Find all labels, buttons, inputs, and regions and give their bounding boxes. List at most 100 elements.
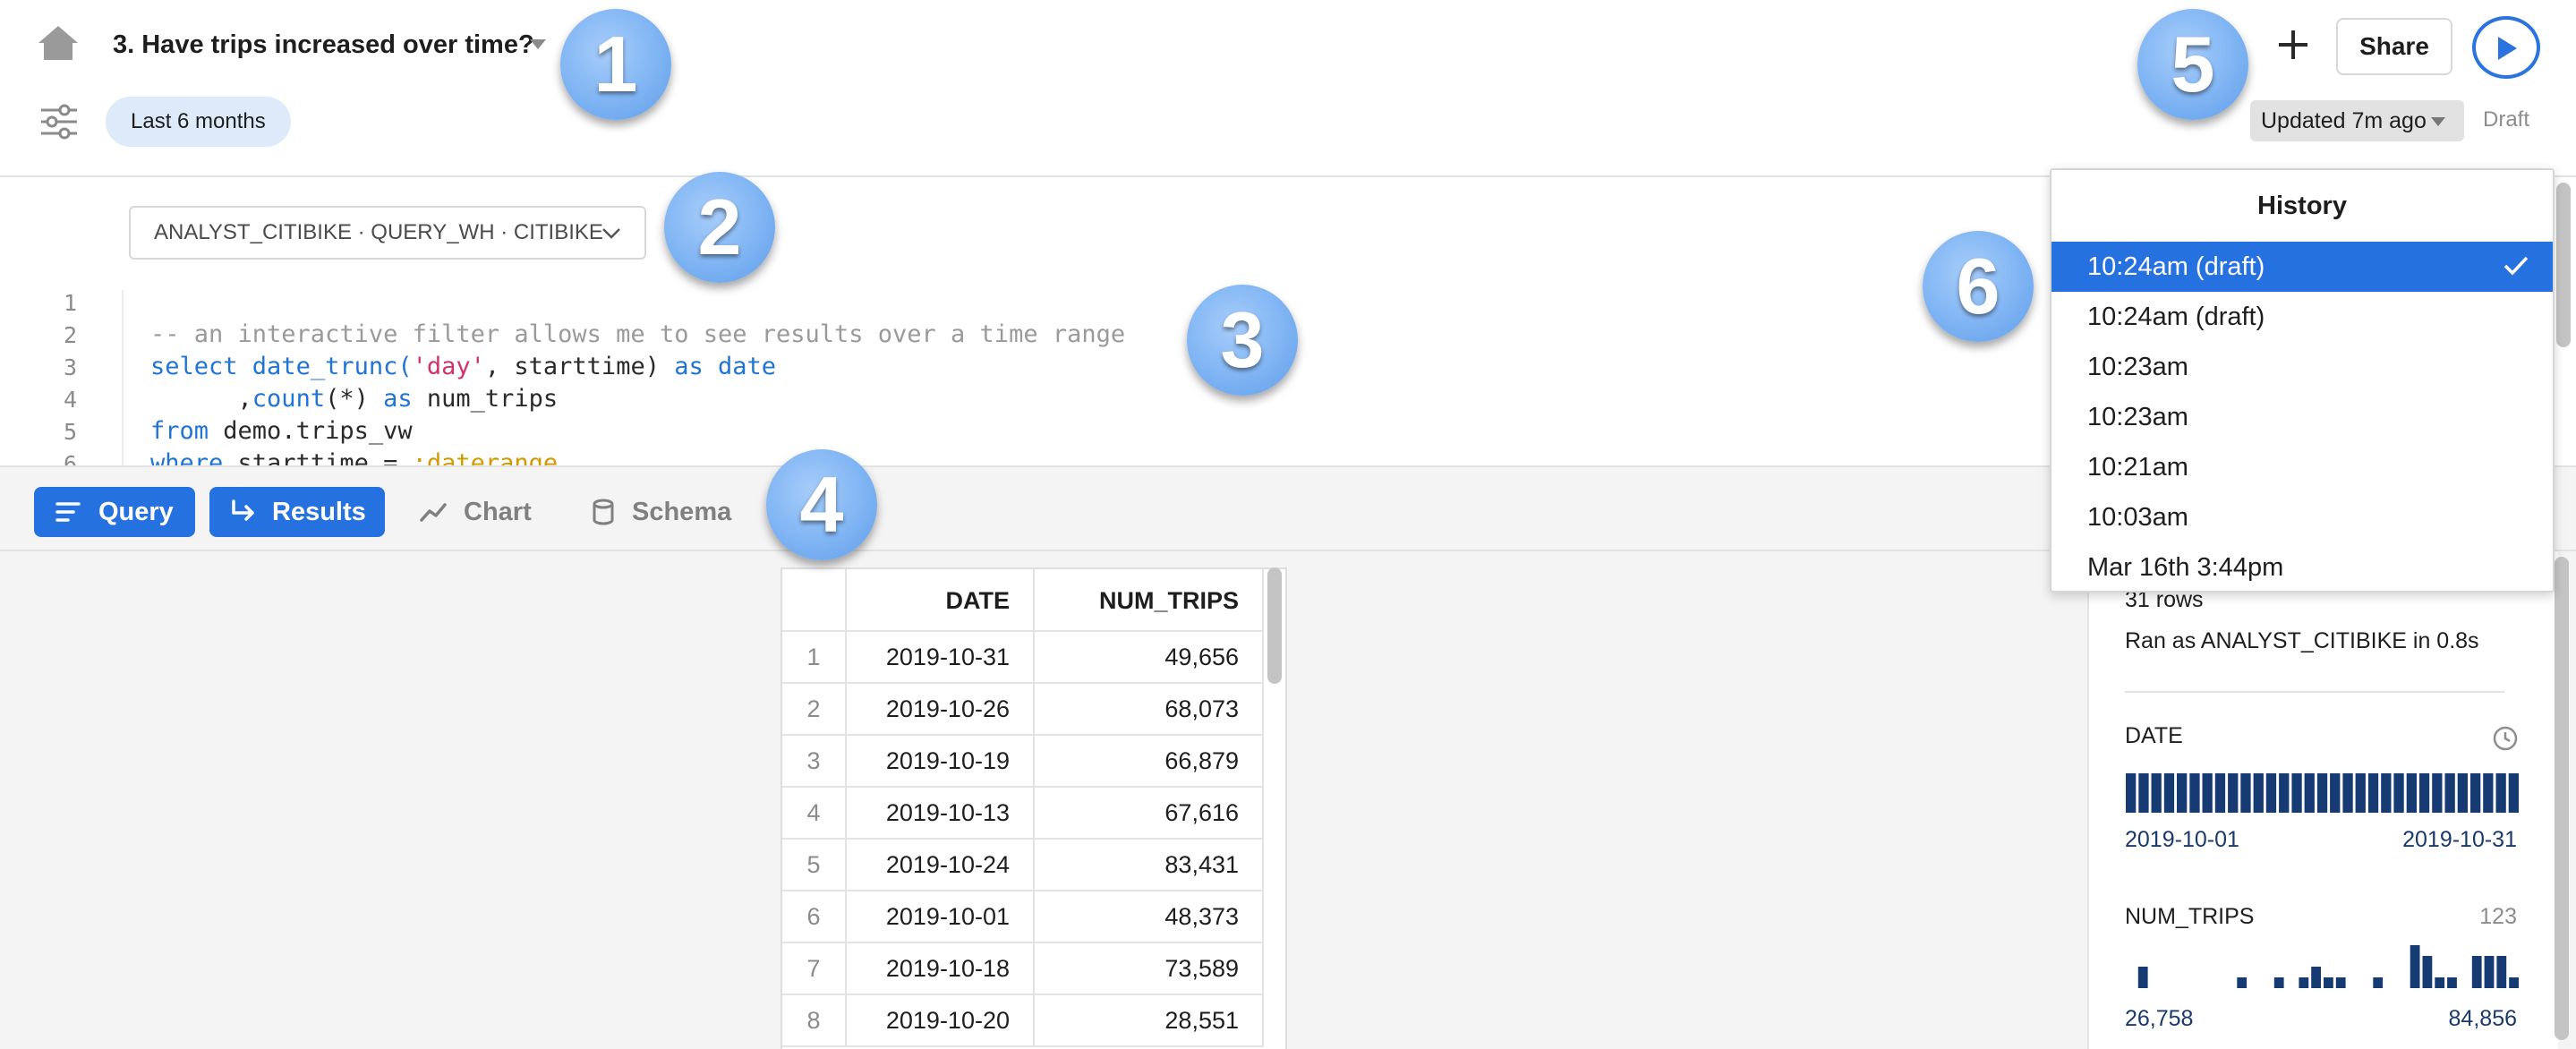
history-item[interactable]: 10:24am (draft) <box>2051 292 2553 342</box>
num-trips-cell[interactable]: 67,616 <box>1035 788 1264 840</box>
tab-schema[interactable]: Schema <box>580 487 750 537</box>
tab-label: Schema <box>632 498 732 526</box>
num-trips-cell[interactable]: 49,656 <box>1035 632 1264 684</box>
run-button[interactable] <box>2472 16 2540 79</box>
trips-hist-bar <box>2299 977 2309 988</box>
line-number: 5 <box>63 419 77 445</box>
home-icon[interactable] <box>36 23 81 63</box>
tab-results[interactable]: Results <box>209 487 385 537</box>
row-number[interactable]: 1 <box>782 632 847 684</box>
annotation-badge: 4 <box>766 449 877 560</box>
history-item[interactable]: 10:23am <box>2051 392 2553 442</box>
trips-min-label: 26,758 <box>2125 1006 2194 1031</box>
date-hist-bar <box>2508 773 2519 813</box>
results-summary-sidebar: 31 rows Ran as ANALYST_CITIBIKE in 0.8s … <box>2087 551 2558 1049</box>
num-trips-cell[interactable]: 48,373 <box>1035 891 1264 943</box>
table-scrollbar[interactable] <box>1267 567 1282 684</box>
column-header[interactable]: DATE <box>847 569 1035 632</box>
page-title[interactable]: 3. Have trips increased over time? <box>113 30 534 60</box>
trips-hist-bar <box>2435 977 2445 988</box>
date-column-label: DATE <box>2125 723 2183 748</box>
editor-scrollbar[interactable] <box>2556 183 2571 347</box>
trips-hist-bar <box>2471 956 2482 988</box>
tab-label: Results <box>272 498 366 526</box>
history-item[interactable]: 10:23am <box>2051 342 2553 392</box>
date-hist-bar <box>2214 773 2226 813</box>
annotation-badge: 2 <box>664 172 775 283</box>
row-number[interactable]: 7 <box>782 943 847 995</box>
annotation-badge: 3 <box>1187 285 1298 396</box>
row-number[interactable]: 2 <box>782 684 847 736</box>
history-item-label: 10:24am (draft) <box>2087 252 2265 281</box>
warehouse-selector[interactable]: ANALYST_CITIBIKE · QUERY_WH · CITIBIKE <box>129 206 646 260</box>
lines-icon <box>55 502 81 522</box>
trips-hist-bar <box>2311 967 2321 988</box>
trips-hist-bar <box>2447 977 2457 988</box>
num-trips-cell[interactable]: 83,431 <box>1035 840 1264 891</box>
date-cell[interactable]: 2019-10-20 <box>847 995 1035 1047</box>
num-trips-cell[interactable]: 68,073 <box>1035 684 1264 736</box>
database-icon <box>593 499 614 525</box>
return-arrow-icon <box>232 499 254 521</box>
history-item[interactable]: 10:03am <box>2051 492 2553 542</box>
annotation-badge: 1 <box>560 9 671 120</box>
date-cell[interactable]: 2019-10-31 <box>847 632 1035 684</box>
trips-hist-bar <box>2273 977 2284 988</box>
trips-hist-bar <box>2509 977 2519 988</box>
date-cell[interactable]: 2019-10-19 <box>847 736 1035 788</box>
results-table[interactable]: DATE NUM_TRIPS 1 2019-10-31 49,656 2 2019-10… <box>780 567 1287 1049</box>
num-trips-column-label: NUM_TRIPS <box>2125 904 2255 929</box>
date-hist-bar <box>2342 773 2353 813</box>
history-item[interactable]: 10:24am (draft) <box>2051 242 2553 292</box>
date-hist-bar <box>2457 773 2468 813</box>
corner-cell <box>782 569 847 632</box>
trips-hist-bar <box>2496 956 2507 988</box>
date-cell[interactable]: 2019-10-01 <box>847 891 1035 943</box>
gutter-divider <box>122 290 124 465</box>
history-caret-icon <box>2431 117 2445 126</box>
date-cell[interactable]: 2019-10-18 <box>847 943 1035 995</box>
date-hist-bar <box>2279 773 2290 813</box>
row-number[interactable]: 8 <box>782 995 847 1047</box>
date-cell[interactable]: 2019-10-26 <box>847 684 1035 736</box>
tab-query[interactable]: Query <box>34 487 195 537</box>
share-button[interactable]: Share <box>2336 18 2452 75</box>
draft-status: Draft <box>2483 107 2530 132</box>
sidebar-scrollbar[interactable] <box>2555 557 2569 1040</box>
num-trips-cell[interactable]: 66,879 <box>1035 736 1264 788</box>
tab-chart[interactable]: Chart <box>408 487 551 537</box>
date-hist-bar <box>2393 773 2404 813</box>
history-item[interactable]: 10:21am <box>2051 442 2553 492</box>
history-item-label: 10:23am <box>2087 403 2188 431</box>
date-hist-bar <box>2432 773 2443 813</box>
date-hist-bar <box>2495 773 2506 813</box>
daterange-filter-chip[interactable]: Last 6 months <box>106 97 291 147</box>
date-hist-bar <box>2330 773 2341 813</box>
title-dropdown-icon[interactable] <box>530 39 546 49</box>
trips-hist-bar <box>2422 956 2433 988</box>
row-number[interactable]: 4 <box>782 788 847 840</box>
plus-icon[interactable] <box>2275 27 2311 63</box>
line-number: 2 <box>63 322 77 348</box>
line-number: 3 <box>63 354 77 380</box>
row-number[interactable]: 5 <box>782 840 847 891</box>
column-header[interactable]: NUM_TRIPS <box>1035 569 1264 632</box>
date-cell[interactable]: 2019-10-24 <box>847 840 1035 891</box>
trips-hist-bar <box>2373 977 2384 988</box>
row-number[interactable]: 3 <box>782 736 847 788</box>
row-number[interactable]: 6 <box>782 891 847 943</box>
trips-hist-bar <box>2335 977 2346 988</box>
num-trips-cell[interactable]: 28,551 <box>1035 995 1264 1047</box>
trips-hist-bar <box>2137 967 2148 988</box>
filter-settings-icon[interactable] <box>39 104 79 140</box>
history-item[interactable]: Mar 16th 3:44pm <box>2051 542 2553 591</box>
date-cell[interactable]: 2019-10-13 <box>847 788 1035 840</box>
line-number: 4 <box>63 387 77 413</box>
date-hist-bar <box>2470 773 2481 813</box>
code-line: where starttime = :daterange <box>150 449 559 465</box>
history-item-label: Mar 16th 3:44pm <box>2087 553 2284 582</box>
tab-label: Query <box>98 498 174 526</box>
line-number: 6 <box>63 451 77 465</box>
num-trips-cell[interactable]: 73,589 <box>1035 943 1264 995</box>
date-hist-bar <box>2228 773 2239 813</box>
